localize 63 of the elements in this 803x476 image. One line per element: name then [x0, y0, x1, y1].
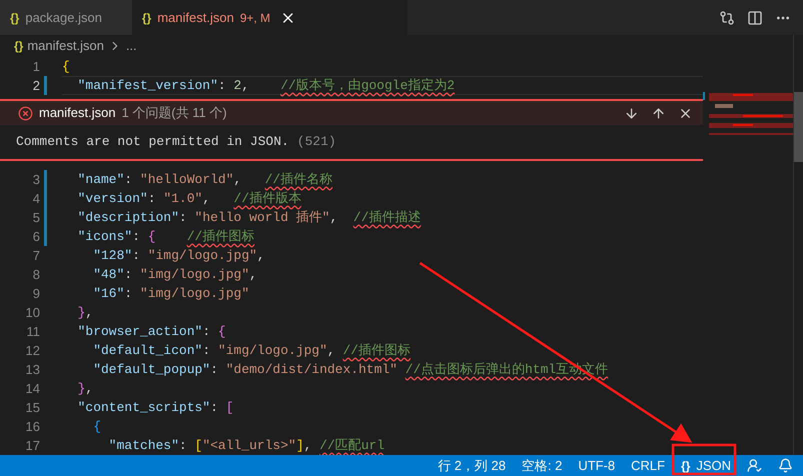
- modified-marker: [44, 76, 47, 95]
- line-number: 15: [24, 398, 40, 417]
- breadcrumb-item[interactable]: ...: [126, 36, 137, 56]
- line-number: 16: [24, 418, 40, 436]
- error-code: (521): [297, 133, 336, 152]
- code-line: },: [76, 380, 94, 398]
- code-line: {: [92, 418, 102, 436]
- code-line: "default_icon": "img/logo.jpg", //插件图标: [92, 342, 412, 360]
- code-line: "content_scripts": [: [76, 398, 235, 417]
- line-number: 8: [32, 266, 40, 284]
- line-number: 17: [24, 436, 40, 455]
- code-line: "name": "helloWorld", //插件名称: [76, 170, 334, 189]
- next-problem-icon[interactable]: [624, 106, 639, 120]
- line-number: 7: [32, 246, 40, 265]
- line-number: 12: [24, 342, 40, 360]
- code-line: "icons": { //插件图标: [76, 228, 256, 246]
- error-icon: [18, 106, 33, 120]
- code-line: },: [76, 304, 94, 322]
- encoding-setting[interactable]: UTF-8: [578, 456, 616, 476]
- scrollbar[interactable]: [793, 35, 803, 455]
- line-number: 14: [24, 380, 40, 398]
- line-number: 3: [32, 170, 40, 189]
- json-file-icon: {}: [10, 8, 20, 26]
- tab-label: package.json: [25, 8, 102, 27]
- split-editor-icon[interactable]: [747, 10, 763, 26]
- compare-changes-icon[interactable]: [719, 10, 735, 26]
- problem-count: 1 个问题(共 11 个): [122, 104, 227, 122]
- editor-tab[interactable]: {} package.json: [0, 0, 132, 35]
- line-ending-setting[interactable]: CRLF: [631, 456, 665, 476]
- line-number: 9: [32, 284, 40, 303]
- line-number: 5: [32, 208, 40, 227]
- code-line: "matches": ["<all_urls>"], //匹配url: [108, 436, 386, 455]
- breadcrumb-item[interactable]: manifest.json: [27, 36, 104, 56]
- line-number: 13: [24, 360, 40, 379]
- line-number: 1: [32, 58, 40, 76]
- line-number: 2: [32, 76, 40, 95]
- cursor-position[interactable]: 行 2，列 28: [438, 456, 506, 476]
- code-line: "version": "1.0", //插件版本: [76, 190, 302, 208]
- code-line: "48": "img/logo.jpg",: [92, 266, 258, 284]
- json-file-icon: {}: [142, 8, 152, 26]
- line-number: 4: [32, 190, 40, 208]
- error-message: Comments are not permitted in JSON.: [16, 133, 290, 152]
- peek-file-name: manifest.json: [39, 104, 116, 122]
- code-line: "description": "hello world 插件", //插件描述: [76, 208, 422, 227]
- code-line: "browser_action": {: [76, 322, 227, 341]
- code-line: "128": "img/logo.jpg",: [92, 246, 266, 265]
- json-file-icon: {}: [14, 37, 24, 55]
- code-line: "16": "img/logo.jpg": [92, 284, 250, 303]
- line-number: 6: [32, 228, 40, 246]
- language-mode[interactable]: JSON: [696, 456, 731, 476]
- indentation-setting[interactable]: 空格: 2: [522, 456, 562, 476]
- problem-count: 9+, M: [240, 10, 270, 26]
- editor-tab[interactable]: {} manifest.json 9+, M: [132, 0, 407, 35]
- bell-icon[interactable]: [778, 458, 793, 473]
- code-line: "manifest_version": 2, //版本号，由google指定为2: [62, 76, 703, 95]
- line-number: 11: [26, 322, 40, 341]
- highlight-frame: [672, 444, 736, 476]
- tab-label: manifest.json: [157, 8, 234, 27]
- code-line: {: [62, 58, 71, 76]
- person-icon[interactable]: [747, 458, 762, 473]
- line-number: 10: [24, 304, 40, 322]
- json-language-icon: {}: [680, 456, 690, 474]
- previous-problem-icon[interactable]: [651, 106, 666, 120]
